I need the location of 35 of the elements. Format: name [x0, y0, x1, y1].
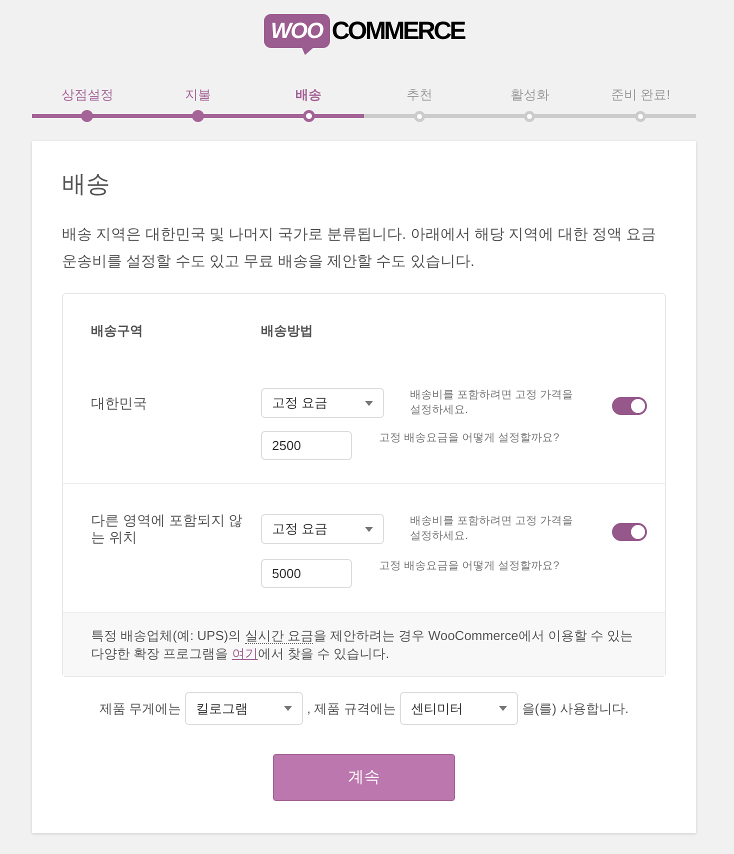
step-label: 지불 [184, 86, 211, 104]
shipping-method-dropdown[interactable]: 고정 요금 [261, 514, 384, 544]
column-header: 배송방법 [261, 322, 313, 340]
zone-name: 대한민국 [91, 394, 147, 412]
step-label: 상점설정 [61, 86, 114, 104]
toggle-switch[interactable] [612, 523, 647, 541]
weight-unit-label: 제품 무게에는 [99, 700, 181, 718]
dimension-unit-dropdown[interactable]: 센티미터 [400, 692, 518, 725]
caret-icon [284, 706, 292, 711]
column-header: 배송구역 [91, 322, 143, 340]
page-description: 배송 지역은 대한민국 및 나머지 국가로 분류됩니다. 아래에서 해당 지역에 대한 정액 요금 운송비를 설정할 수도 있고 무료 배송을 제안할 수도 있습니다. [62, 225, 658, 272]
method-hint: 배송비를 포함하려면 고정 가격을 설정하세요. [410, 388, 574, 418]
logo-mark: WOO [264, 14, 330, 55]
step-label: 준비 완료! [611, 86, 670, 104]
method-hint: 배송비를 포함하려면 고정 가격을 설정하세요. [410, 514, 574, 544]
step-label: 활성화 [510, 86, 550, 104]
rate-input[interactable]: 5000 [261, 559, 352, 588]
caret-icon [498, 706, 507, 711]
rate-hint: 고정 배송요금을 어떻게 설정할까요? [379, 559, 560, 574]
step-label: 추천 [406, 86, 432, 104]
dimension-unit-label: , 제품 규격에는 [306, 700, 396, 718]
note-text: 특정 배송업체(예: UPS)의 실시간 요금을 제안하려는 경우 WooCommerce에서 이용할 수 있는 다양한 확장 프로그램을 여기에서 찾을 수 있습니다. [91, 627, 634, 663]
caret-icon [365, 400, 373, 406]
weight-unit-dropdown[interactable]: 킬로그램 [184, 692, 303, 725]
toggle-switch[interactable] [612, 397, 647, 415]
rate-input[interactable]: 2500 [261, 431, 352, 460]
caret-icon [365, 526, 373, 532]
shipping-method-dropdown[interactable]: 고정 요금 [261, 388, 384, 418]
note-link[interactable]: 여기 [232, 646, 258, 661]
rate-hint: 고정 배송요금을 어떻게 설정할까요? [379, 431, 560, 446]
zone-name: 다른 영역에 포함되지 않는 위치 [91, 512, 244, 546]
page-title: 배송 [62, 170, 111, 200]
logo-wordmark: COMMERCE [332, 16, 464, 47]
step-label: 배송 [296, 86, 322, 104]
units-suffix: 을(를) 사용합니다. [522, 700, 629, 718]
